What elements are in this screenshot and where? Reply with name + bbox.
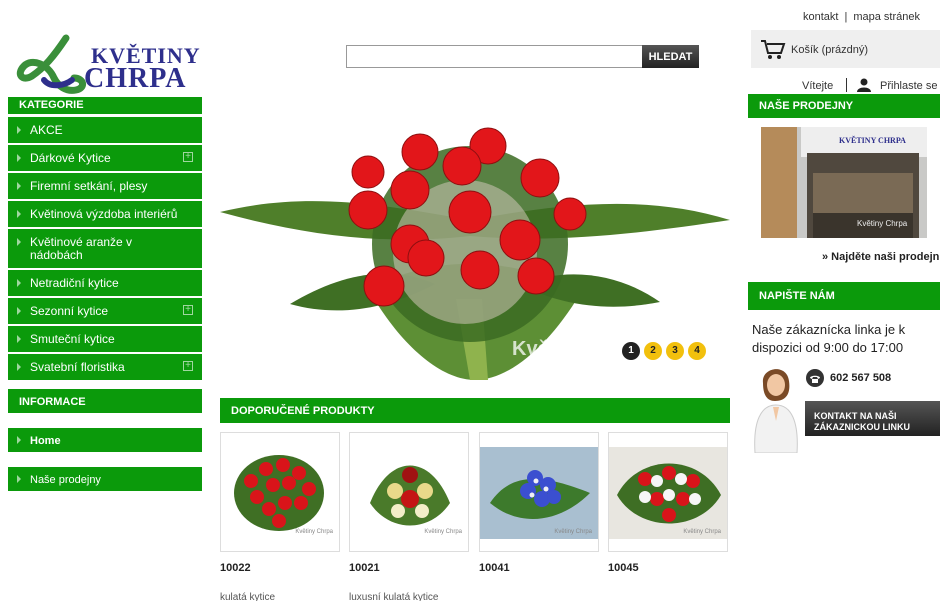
search-input[interactable]	[346, 45, 643, 68]
link-separator: |	[844, 11, 848, 23]
slide-dot-4[interactable]: 4	[688, 342, 706, 360]
product-code[interactable]: 10045	[608, 562, 639, 574]
info-link-label: Home	[30, 435, 61, 447]
site-logo[interactable]: KVĚTINY CHRPA	[14, 34, 200, 96]
category-label: Květinové aranže v nádobách	[30, 235, 133, 262]
top-links: kontakt | mapa stránek	[803, 11, 920, 23]
product-name: kulatá kytice	[220, 592, 276, 601]
category-label: Svatební floristika	[30, 360, 125, 374]
rose-bouquet-image	[220, 127, 730, 380]
cornflower-logo-icon	[16, 34, 86, 94]
category-label: Netradiční kytice	[30, 276, 119, 290]
contact-button-line2: ZÁKAZNICKOU LINKU	[814, 422, 910, 432]
expand-plus-icon[interactable]: +	[183, 152, 193, 162]
contact-button-line1: KONTAKT NA NAŠI	[814, 411, 897, 421]
arrow-right-icon	[17, 182, 21, 190]
hotline-hours-text: Naše zákaznícka linka je k dispozici od …	[752, 322, 906, 355]
search-button[interactable]: HLEDAT	[642, 45, 699, 68]
expand-plus-icon[interactable]: +	[183, 305, 193, 315]
product-watermark: Květiny Chrpa	[683, 529, 721, 535]
write-us-heading: NAPIŠTE NÁM	[748, 282, 940, 310]
cart-icon	[761, 40, 786, 59]
category-label: Sezonní kytice	[30, 304, 109, 318]
shop-photo[interactable]: KVĚTINY CHRPA Květiny Chrpa	[761, 127, 927, 238]
category-label: AKCE	[30, 123, 63, 137]
category-smutecni-kytice[interactable]: Smuteční kytice	[8, 326, 202, 354]
product-code[interactable]: 10021	[349, 562, 380, 574]
category-label: Květinová výzdoba interiérů	[30, 207, 178, 221]
user-icon	[857, 78, 871, 92]
arrow-right-icon	[17, 238, 21, 246]
contact-link[interactable]: kontakt	[803, 11, 838, 23]
phone-number[interactable]: 602 567 508	[830, 372, 891, 384]
logo-text-line2: CHRPA	[84, 63, 187, 94]
shopping-cart[interactable]: Košík (prázdný)	[751, 30, 940, 68]
product-code[interactable]: 10041	[479, 562, 510, 574]
arrow-right-icon	[17, 154, 21, 162]
slider-pagination: 1 2 3 4	[622, 342, 706, 360]
slide-dot-3[interactable]: 3	[666, 342, 684, 360]
product-card[interactable]: Květiny Chrpa	[349, 432, 469, 552]
phone-icon	[806, 369, 824, 387]
arrow-right-icon	[17, 335, 21, 343]
product-card[interactable]: Květiny Chrpa	[479, 432, 599, 552]
product-card[interactable]: Květiny Chrpa	[220, 432, 340, 552]
featured-slider[interactable]: Květiny Chrpa 1 2 3 4	[220, 94, 730, 380]
category-label: Dárkové Kytice	[30, 151, 111, 165]
featured-products-heading: DOPORUČENÉ PRODUKTY	[220, 398, 730, 423]
support-agent-image	[754, 369, 798, 453]
category-firemni-setkani[interactable]: Firemní setkání, plesy	[8, 173, 202, 201]
expand-plus-icon[interactable]: +	[183, 361, 193, 371]
login-link[interactable]: Přihlaste se	[880, 80, 937, 92]
arrow-right-icon	[17, 475, 21, 483]
storefront-watermark: Květiny Chrpa	[857, 219, 908, 228]
slide-dot-2[interactable]: 2	[644, 342, 662, 360]
arrow-right-icon	[17, 307, 21, 315]
storefront-sign: KVĚTINY CHRPA	[839, 136, 906, 145]
category-label: Smuteční kytice	[30, 332, 115, 346]
our-shops-heading: NAŠE PRODEJNY	[748, 94, 940, 118]
find-shop-link[interactable]: » Najděte naši prodejnu	[822, 251, 940, 263]
category-akce[interactable]: AKCE	[8, 117, 202, 145]
categories-heading: KATEGORIE	[8, 97, 202, 114]
arrow-right-icon	[17, 210, 21, 218]
category-netradicni-kytice[interactable]: Netradiční kytice	[8, 270, 202, 298]
product-watermark: Květiny Chrpa	[554, 529, 592, 535]
category-label: Firemní setkání, plesy	[30, 179, 148, 193]
info-link-label: Naše prodejny	[30, 474, 101, 486]
info-link-shops[interactable]: Naše prodejny	[8, 467, 202, 491]
arrow-right-icon	[17, 126, 21, 134]
product-code[interactable]: 10022	[220, 562, 251, 574]
arrow-right-icon	[17, 363, 21, 371]
product-watermark: Květiny Chrpa	[295, 529, 333, 535]
contact-hotline-button[interactable]: KONTAKT NA NAŠI ZÁKAZNICKOU LINKU	[805, 401, 940, 436]
category-svatebni-floristika[interactable]: Svatební floristika +	[8, 354, 202, 382]
arrow-right-icon	[17, 436, 21, 444]
product-name: luxusní kulatá kytice	[349, 592, 439, 601]
user-separator	[846, 78, 847, 92]
arrow-right-icon	[17, 279, 21, 287]
category-kvetinova-vyzdoba[interactable]: Květinová výzdoba interiérů	[8, 201, 202, 229]
sitemap-link[interactable]: mapa stránek	[853, 11, 920, 23]
category-sezonni-kytice[interactable]: Sezonní kytice +	[8, 298, 202, 326]
categories-list: AKCE Dárkové Kytice + Firemní setkání, pl…	[8, 117, 202, 382]
cart-label: Košík (prázdný)	[791, 44, 869, 56]
welcome-text: Vítejte	[802, 80, 834, 92]
information-heading: INFORMACE	[8, 389, 202, 413]
category-darkove-kytice[interactable]: Dárkové Kytice +	[8, 145, 202, 173]
product-watermark: Květiny Chrpa	[424, 529, 462, 535]
product-card[interactable]: Květiny Chrpa	[608, 432, 728, 552]
slide-dot-1[interactable]: 1	[622, 342, 640, 360]
category-kvetinove-aranze[interactable]: Květinové aranže v nádobách	[8, 229, 202, 270]
info-link-home[interactable]: Home	[8, 428, 202, 452]
